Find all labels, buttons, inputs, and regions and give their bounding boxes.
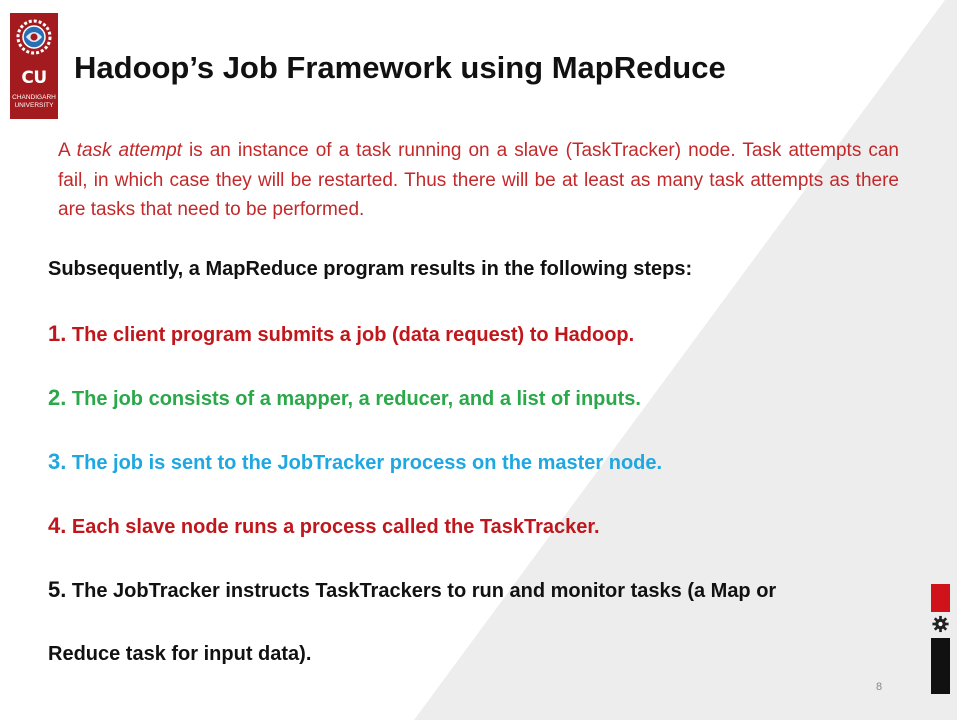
university-logo: CU CHANDIGARH UNIVERSITY [10, 13, 58, 119]
step-number: 4. [48, 513, 67, 538]
logo-name-line1: CHANDIGARH [12, 94, 56, 101]
step-item-5: 5. The JobTracker instructs TaskTrackers… [48, 577, 776, 603]
step-item-2: 2. The job consists of a mapper, a reduc… [48, 385, 641, 411]
step-text: The job is sent to the JobTracker proces… [71, 452, 663, 474]
step-item-1: 1. The client program submits a job (dat… [48, 321, 634, 347]
steps-subheading: Subsequently, a MapReduce program result… [48, 258, 693, 280]
step-number: 5. [48, 577, 67, 602]
intro-lead: A [58, 140, 77, 161]
logo-university-name: CHANDIGARH UNIVERSITY [10, 94, 58, 110]
step-item-4: 4. Each slave node runs a process called… [48, 513, 600, 539]
step-number: 3. [48, 449, 67, 474]
step-number: 1. [48, 321, 67, 346]
intro-emphasis: task attempt [76, 140, 182, 161]
step-text: The client program submits a job (data r… [71, 324, 635, 346]
intro-rest: is an instance of a task running on a sl… [58, 140, 899, 220]
step-item-5-continuation: Reduce task for input data). [48, 643, 312, 665]
page-number: 8 [876, 681, 883, 693]
step-text: Each slave node runs a process called th… [71, 516, 600, 538]
slide-title: Hadoop’s Job Framework using MapReduce [74, 50, 726, 85]
university-logo-emblem [16, 19, 52, 55]
background-diagonal-shape [414, 0, 957, 720]
step-number: 2. [48, 385, 67, 410]
logo-name-line2: UNIVERSITY [14, 102, 54, 109]
step-text: The job consists of a mapper, a reducer,… [71, 388, 641, 410]
decorative-red-block [931, 584, 950, 612]
gear-icon [932, 615, 949, 633]
decorative-black-block [931, 638, 950, 694]
intro-paragraph: A task attempt is an instance of a task … [58, 136, 899, 225]
step-item-3: 3. The job is sent to the JobTracker pro… [48, 449, 662, 475]
logo-mark: CU [21, 68, 47, 88]
step-text: The JobTracker instructs TaskTrackers to… [71, 580, 777, 602]
